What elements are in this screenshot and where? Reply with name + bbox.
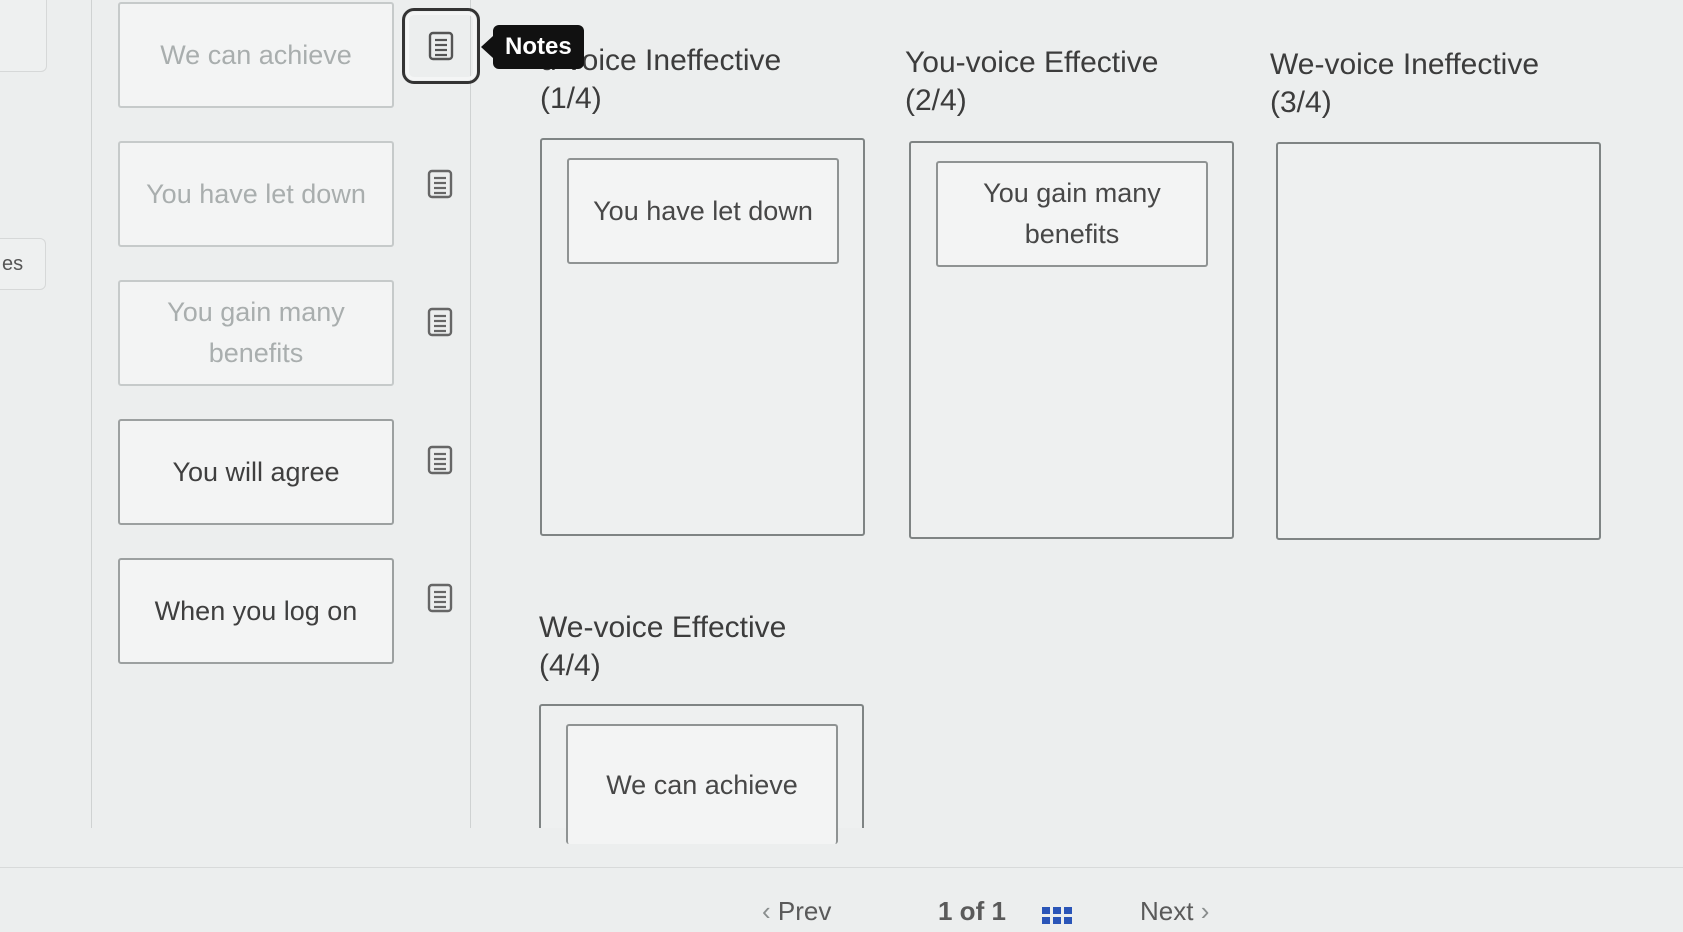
notes-icon	[427, 445, 453, 475]
grid-view-button[interactable]	[1042, 901, 1074, 932]
placed-card-we-can-achieve[interactable]: We can achieve	[566, 724, 838, 844]
drop-zone-you-voice-ineffective[interactable]: You have let down	[540, 138, 865, 536]
left-divider	[91, 0, 92, 828]
drop-zone-you-voice-effective[interactable]: You gain many benefits	[909, 141, 1234, 539]
drop-zone-we-voice-ineffective[interactable]	[1276, 142, 1601, 540]
placed-card-you-gain-many-benefits[interactable]: You gain many benefits	[936, 161, 1208, 267]
category-title-we-voice-effective: We-voice Effective (4/4)	[539, 611, 787, 682]
prev-button[interactable]: ‹ Prev	[762, 896, 831, 927]
notes-icon	[427, 307, 453, 337]
notes-button-1[interactable]	[402, 8, 480, 84]
notes-tooltip: Notes	[481, 25, 584, 69]
notes-button-5[interactable]	[420, 578, 460, 618]
drop-zone-we-voice-effective[interactable]: We can achieve	[539, 704, 864, 844]
side-panel-tab-label[interactable]: es	[0, 238, 46, 290]
notes-icon	[428, 31, 454, 61]
footer-divider	[0, 867, 1683, 868]
notes-button-3[interactable]	[420, 302, 460, 342]
center-divider	[470, 0, 471, 828]
next-button[interactable]: Next ›	[1140, 896, 1209, 927]
notes-button-4[interactable]	[420, 440, 460, 480]
source-card-you-have-let-down[interactable]: You have let down	[118, 141, 394, 247]
source-card-you-gain-many-benefits[interactable]: You gain many benefits	[118, 280, 394, 386]
chevron-left-icon: ‹	[762, 896, 771, 926]
notes-icon	[427, 169, 453, 199]
chevron-right-icon: ›	[1200, 896, 1210, 926]
source-card-you-will-agree[interactable]: You will agree	[118, 419, 394, 525]
grid-icon	[1042, 907, 1072, 924]
notes-icon	[427, 583, 453, 613]
source-card-we-can-achieve[interactable]: We can achieve	[118, 2, 394, 108]
notes-button-2[interactable]	[420, 164, 460, 204]
source-card-when-you-log-on[interactable]: When you log on	[118, 558, 394, 664]
category-title-you-voice-effective: You-voice Effective (2/4)	[905, 46, 1159, 117]
category-title-we-voice-ineffective: We-voice Ineffective (3/4)	[1270, 48, 1540, 119]
side-panel-tab[interactable]	[0, 0, 47, 72]
placed-card-you-have-let-down[interactable]: You have let down	[567, 158, 839, 264]
page-indicator: 1 of 1	[938, 896, 1006, 926]
